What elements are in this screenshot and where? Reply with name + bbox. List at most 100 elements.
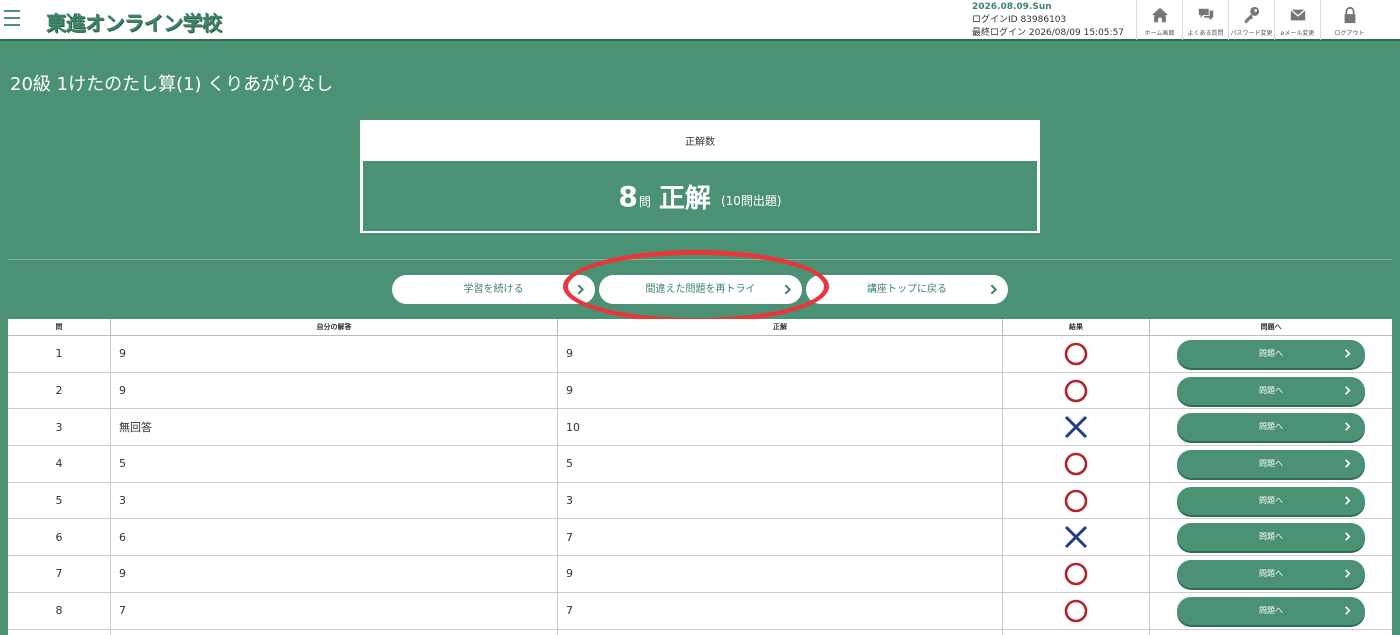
goto-question-button[interactable]: 問題へ bbox=[1177, 449, 1365, 478]
login-id: ログインID 83986103 bbox=[972, 15, 1067, 25]
nav-home[interactable]: ホーム画面 bbox=[1136, 0, 1182, 40]
menu-icon[interactable] bbox=[4, 10, 20, 26]
section-divider bbox=[8, 259, 1392, 260]
key-icon bbox=[1244, 6, 1259, 24]
goto-question-button[interactable]: 問題へ bbox=[1177, 486, 1365, 515]
cell-my-answer: 3 bbox=[111, 482, 558, 519]
cell-result bbox=[1003, 409, 1150, 446]
correct-circle-icon bbox=[1064, 599, 1088, 622]
results-table: 問 自分の解答 正解 結果 問題へ 1 9 9 問題へ 2 9 9 問題へ 3 無回答 10 問題へ 4… bbox=[8, 319, 1392, 635]
site-logo[interactable]: 東進オンライン学校 bbox=[46, 7, 222, 36]
cell-correct-answer: 9 bbox=[558, 372, 1003, 409]
cell-correct-answer: 7 bbox=[558, 592, 1003, 629]
cell-result bbox=[1003, 556, 1150, 592]
chevron-right-icon bbox=[784, 284, 792, 295]
score-summary: 8 問 正解 (10問出題) bbox=[363, 161, 1037, 231]
score-panel: 正解数 8 問 正解 (10問出題) bbox=[360, 120, 1040, 233]
table-row bbox=[8, 629, 1392, 635]
top-header: 東進オンライン学校 2026.08.09.Sun ログインID 83986103… bbox=[0, 0, 1400, 41]
correct-circle-icon bbox=[1064, 489, 1088, 512]
retry-wrong-button[interactable]: 間違えた問題を再トライ bbox=[599, 275, 802, 304]
cell-number: 4 bbox=[8, 446, 111, 482]
nav-logout[interactable]: ログアウト bbox=[1320, 0, 1378, 40]
chevron-right-icon bbox=[990, 284, 998, 295]
user-info: 2026.08.09.Sun ログインID 83986103 最終ログイン 20… bbox=[972, 1, 1124, 40]
chevron-right-icon bbox=[1345, 422, 1351, 431]
correct-circle-icon bbox=[1064, 342, 1088, 366]
correct-text: 正解 bbox=[658, 183, 711, 214]
cell-my-answer: 7 bbox=[111, 592, 558, 629]
cell-correct-answer: 10 bbox=[558, 409, 1003, 446]
cell-my-answer: 9 bbox=[111, 556, 558, 592]
lock-icon bbox=[1344, 6, 1355, 24]
chevron-right-icon bbox=[577, 284, 585, 295]
header-number: 問 bbox=[8, 319, 111, 335]
header-result: 結果 bbox=[1003, 319, 1150, 335]
total-questions: (10問出題) bbox=[720, 193, 782, 208]
cell-correct-answer: 7 bbox=[558, 519, 1003, 556]
table-body: 1 9 9 問題へ 2 9 9 問題へ 3 無回答 10 問題へ 4 5 5 問題へ 5 3 3 問題へ 6 6 7 問題へ 7… bbox=[8, 336, 1392, 635]
table-row: 2 9 9 問題へ bbox=[8, 372, 1392, 410]
table-row: 6 6 7 問題へ bbox=[8, 519, 1392, 557]
chat-icon bbox=[1198, 8, 1213, 21]
cell-goto: 問題へ bbox=[1150, 483, 1392, 519]
chevron-right-icon bbox=[1345, 495, 1351, 505]
cell-goto: 問題へ bbox=[1150, 336, 1392, 372]
table-row: 4 5 5 問題へ bbox=[8, 446, 1392, 483]
cell-goto: 問題へ bbox=[1150, 556, 1392, 592]
table-row: 7 9 9 問題へ bbox=[8, 556, 1392, 593]
table-row: 3 無回答 10 問題へ bbox=[8, 409, 1392, 447]
cell-correct-answer: 9 bbox=[558, 556, 1003, 592]
cell-result bbox=[1003, 482, 1150, 519]
correct-circle-icon bbox=[1064, 379, 1088, 402]
header-correct-answer: 正解 bbox=[558, 319, 1003, 335]
chevron-right-icon bbox=[1345, 605, 1351, 615]
cell-my-answer: 9 bbox=[111, 336, 558, 372]
cell-my-answer: 5 bbox=[111, 446, 558, 482]
header-my-answer: 自分の解答 bbox=[111, 319, 558, 335]
chevron-right-icon bbox=[1345, 532, 1351, 542]
cell-goto: 問題へ bbox=[1150, 409, 1392, 445]
goto-question-button[interactable]: 問題へ bbox=[1177, 523, 1365, 552]
cell-number: 6 bbox=[8, 519, 111, 556]
page-title: 20級 1けたのたし算(1) くりあがりなし bbox=[10, 74, 334, 95]
cell-result bbox=[1003, 336, 1150, 372]
cell-number: 2 bbox=[8, 372, 111, 409]
last-login: 最終ログイン 2026/08/09 15:05:57 bbox=[972, 28, 1125, 38]
course-top-button[interactable]: 講座トップに戻る bbox=[806, 275, 1008, 304]
cell-goto: 問題へ bbox=[1150, 593, 1392, 629]
wrong-cross-icon bbox=[1064, 416, 1088, 439]
goto-question-button[interactable]: 問題へ bbox=[1177, 596, 1365, 625]
cell-correct-answer: 5 bbox=[558, 446, 1003, 482]
goto-question-button[interactable]: 問題へ bbox=[1177, 339, 1365, 368]
cell-goto: 問題へ bbox=[1150, 519, 1392, 555]
correct-circle-icon bbox=[1064, 562, 1088, 586]
score-label: 正解数 bbox=[685, 137, 715, 148]
cell-result bbox=[1003, 519, 1150, 556]
nav-email[interactable]: eメール変更 bbox=[1274, 0, 1320, 40]
header-nav: ホーム画面 よくある質問 パスワード変更 eメール変更 ログアウト bbox=[1136, 0, 1378, 40]
chevron-right-icon bbox=[1345, 349, 1351, 358]
header-goto: 問題へ bbox=[1260, 323, 1282, 331]
goto-question-button[interactable]: 問題へ bbox=[1177, 376, 1365, 405]
correct-unit: 問 bbox=[638, 194, 651, 209]
table-row: 8 7 7 問題へ bbox=[8, 592, 1392, 630]
cell-result bbox=[1003, 592, 1150, 629]
home-icon bbox=[1151, 7, 1168, 23]
correct-circle-icon bbox=[1064, 452, 1088, 476]
goto-question-button[interactable]: 問題へ bbox=[1177, 559, 1365, 588]
cell-my-answer: 9 bbox=[111, 372, 558, 409]
table-row: 1 9 9 問題へ bbox=[8, 336, 1392, 373]
nav-faq[interactable]: よくある質問 bbox=[1182, 0, 1228, 40]
cell-result bbox=[1003, 446, 1150, 482]
wrong-cross-icon bbox=[1064, 526, 1088, 549]
continue-learning-button[interactable]: 学習を続ける bbox=[392, 275, 595, 304]
chevron-right-icon bbox=[1345, 569, 1351, 578]
table-row: 5 3 3 問題へ bbox=[8, 482, 1392, 520]
cell-result bbox=[1003, 372, 1150, 409]
cell-number: 1 bbox=[8, 336, 111, 372]
cell-goto: 問題へ bbox=[1150, 373, 1392, 409]
chevron-right-icon bbox=[1345, 459, 1351, 468]
nav-password[interactable]: パスワード変更 bbox=[1228, 0, 1274, 40]
goto-question-button[interactable]: 問題へ bbox=[1177, 413, 1365, 442]
